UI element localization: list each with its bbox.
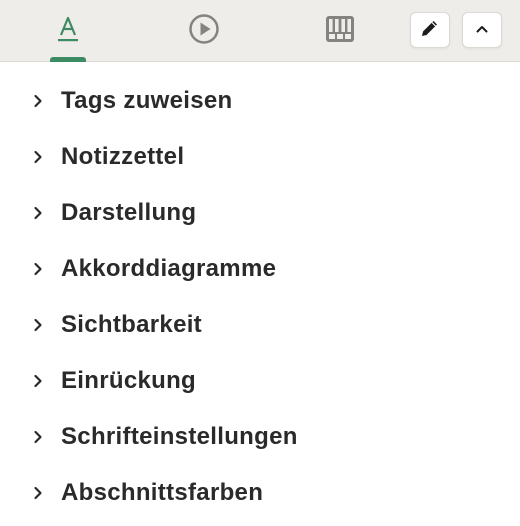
chevron-right-icon xyxy=(31,206,45,220)
menu-item-notes[interactable]: Notizzettel xyxy=(0,129,520,185)
edit-button[interactable] xyxy=(410,12,450,48)
play-circle-icon xyxy=(188,13,220,50)
menu-item-display[interactable]: Darstellung xyxy=(0,185,520,241)
chevron-right-icon xyxy=(31,486,45,500)
menu-item-label: Tags zuweisen xyxy=(61,87,233,114)
menu-item-label: Schrifteinstellungen xyxy=(61,423,298,450)
pencil-icon xyxy=(420,18,440,43)
text-format-icon xyxy=(56,15,80,48)
menu-item-label: Darstellung xyxy=(61,199,197,226)
menu-item-label: Notizzettel xyxy=(61,143,185,170)
chevron-right-icon xyxy=(31,262,45,276)
chevron-right-icon xyxy=(31,150,45,164)
menu-item-label: Einrückung xyxy=(61,367,197,394)
chevron-right-icon xyxy=(31,94,45,108)
menu-item-tags[interactable]: Tags zuweisen xyxy=(0,73,520,129)
chevron-up-icon xyxy=(475,21,489,39)
chevron-right-icon xyxy=(31,318,45,332)
collapse-button[interactable] xyxy=(462,12,502,48)
tab-piano[interactable] xyxy=(308,0,372,62)
chevron-right-icon xyxy=(31,430,45,444)
menu-item-section-colors[interactable]: Abschnittsfarben xyxy=(0,465,520,521)
active-tab-indicator xyxy=(50,57,86,62)
menu-item-indentation[interactable]: Einrückung xyxy=(0,353,520,409)
menu-item-label: Akkorddiagramme xyxy=(61,255,277,282)
piano-icon xyxy=(325,15,355,48)
menu-item-label: Sichtbarkeit xyxy=(61,311,202,338)
chevron-right-icon xyxy=(31,374,45,388)
menu-item-chord-diagrams[interactable]: Akkorddiagramme xyxy=(0,241,520,297)
menu-item-font-settings[interactable]: Schrifteinstellungen xyxy=(0,409,520,465)
tab-text-format[interactable] xyxy=(36,0,100,62)
toolbar xyxy=(0,0,520,62)
menu-item-visibility[interactable]: Sichtbarkeit xyxy=(0,297,520,353)
tab-playback[interactable] xyxy=(172,0,236,62)
menu-item-label: Abschnittsfarben xyxy=(61,479,264,506)
